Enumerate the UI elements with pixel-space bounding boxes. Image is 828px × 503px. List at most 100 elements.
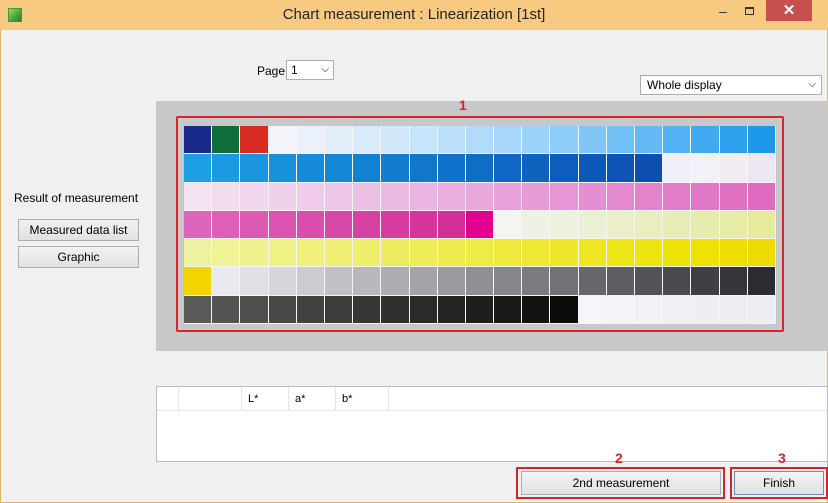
color-patch	[606, 210, 636, 240]
color-patch	[353, 182, 382, 211]
graphic-button[interactable]: Graphic	[18, 246, 139, 268]
color-patch	[437, 267, 466, 296]
color-patch	[522, 126, 551, 155]
minimize-button[interactable]: –	[710, 2, 736, 22]
color-patch	[212, 295, 241, 324]
color-patch	[550, 126, 579, 155]
color-patch	[437, 239, 466, 268]
color-patch	[268, 239, 297, 268]
color-patch	[550, 154, 579, 183]
color-patch	[691, 126, 720, 155]
color-patch	[381, 182, 410, 211]
color-patch	[494, 267, 523, 296]
color-patch	[691, 182, 720, 211]
color-patch	[184, 239, 213, 268]
color-patch	[663, 154, 692, 183]
color-patch	[324, 182, 354, 211]
color-patch	[240, 295, 269, 324]
color-patch	[240, 182, 269, 211]
color-patch	[212, 210, 241, 240]
color-patch	[240, 210, 269, 240]
color-patch	[296, 182, 325, 211]
color-patch	[409, 239, 438, 268]
color-patch	[691, 267, 720, 296]
color-patch	[635, 210, 664, 240]
color-patch	[606, 182, 636, 211]
color-patch	[719, 267, 748, 296]
color-patch	[663, 210, 692, 240]
color-patch	[578, 239, 607, 268]
color-patch	[606, 239, 636, 268]
color-patch	[465, 154, 495, 183]
page-select[interactable]: 1 ⌵	[286, 60, 334, 80]
color-patch	[268, 267, 297, 296]
column-header-l: L*	[242, 387, 289, 411]
color-patch	[691, 210, 720, 240]
color-patch	[635, 126, 664, 155]
color-patch	[212, 239, 241, 268]
color-patch	[268, 210, 297, 240]
color-patch	[296, 210, 325, 240]
color-patch	[184, 182, 213, 211]
page-select-value: 1	[291, 63, 298, 77]
color-patch	[578, 295, 607, 324]
maximize-button[interactable]	[737, 2, 763, 22]
color-patch	[353, 239, 382, 268]
color-patch	[381, 126, 410, 155]
color-patch	[578, 267, 607, 296]
color-patch	[268, 154, 297, 183]
color-patch	[184, 295, 213, 324]
color-patch	[635, 239, 664, 268]
color-patch	[268, 295, 297, 324]
color-patch	[494, 126, 523, 155]
color-patch	[522, 295, 551, 324]
color-patch	[381, 295, 410, 324]
result-of-measurement-label: Result of measurement	[14, 191, 139, 205]
color-patch	[747, 295, 776, 324]
display-mode-select[interactable]: Whole display ⌵	[640, 75, 822, 95]
color-patch	[381, 267, 410, 296]
color-patch	[268, 182, 297, 211]
chevron-down-icon: ⌵	[808, 79, 816, 90]
window-title: Chart measurement : Linearization [1st]	[282, 6, 546, 23]
color-patch	[296, 295, 325, 324]
display-mode-value: Whole display	[647, 78, 722, 92]
measured-data-list-button[interactable]: Measured data list	[18, 219, 139, 241]
color-patch	[296, 239, 325, 268]
color-patch	[719, 239, 748, 268]
color-patch	[324, 295, 354, 324]
column-header-b: b*	[336, 387, 389, 411]
close-button[interactable]: ✕	[766, 0, 812, 21]
color-patch	[296, 154, 325, 183]
color-patch	[184, 210, 213, 240]
color-patch	[663, 239, 692, 268]
color-patch	[324, 239, 354, 268]
color-patch	[719, 126, 748, 155]
color-patch	[635, 182, 664, 211]
color-patch	[747, 267, 776, 296]
color-patch	[494, 182, 523, 211]
color-patch	[324, 126, 354, 155]
color-patch	[184, 267, 213, 296]
color-patch	[353, 126, 382, 155]
color-patch	[494, 154, 523, 183]
color-patch	[578, 182, 607, 211]
color-patch	[437, 295, 466, 324]
second-measurement-button[interactable]: 2nd measurement	[521, 471, 721, 495]
color-patch	[240, 267, 269, 296]
color-patch	[494, 239, 523, 268]
color-patch	[522, 154, 551, 183]
color-patch	[184, 154, 213, 183]
color-patch	[747, 154, 776, 183]
color-patch	[494, 210, 523, 240]
color-patch	[240, 154, 269, 183]
color-patch	[663, 295, 692, 324]
color-patch	[606, 154, 636, 183]
color-patch	[522, 210, 551, 240]
color-patch	[409, 126, 438, 155]
finish-button[interactable]: Finish	[734, 471, 824, 495]
callout-1: 1	[459, 97, 467, 113]
color-patch	[719, 295, 748, 324]
color-patch	[663, 267, 692, 296]
color-patch	[691, 295, 720, 324]
